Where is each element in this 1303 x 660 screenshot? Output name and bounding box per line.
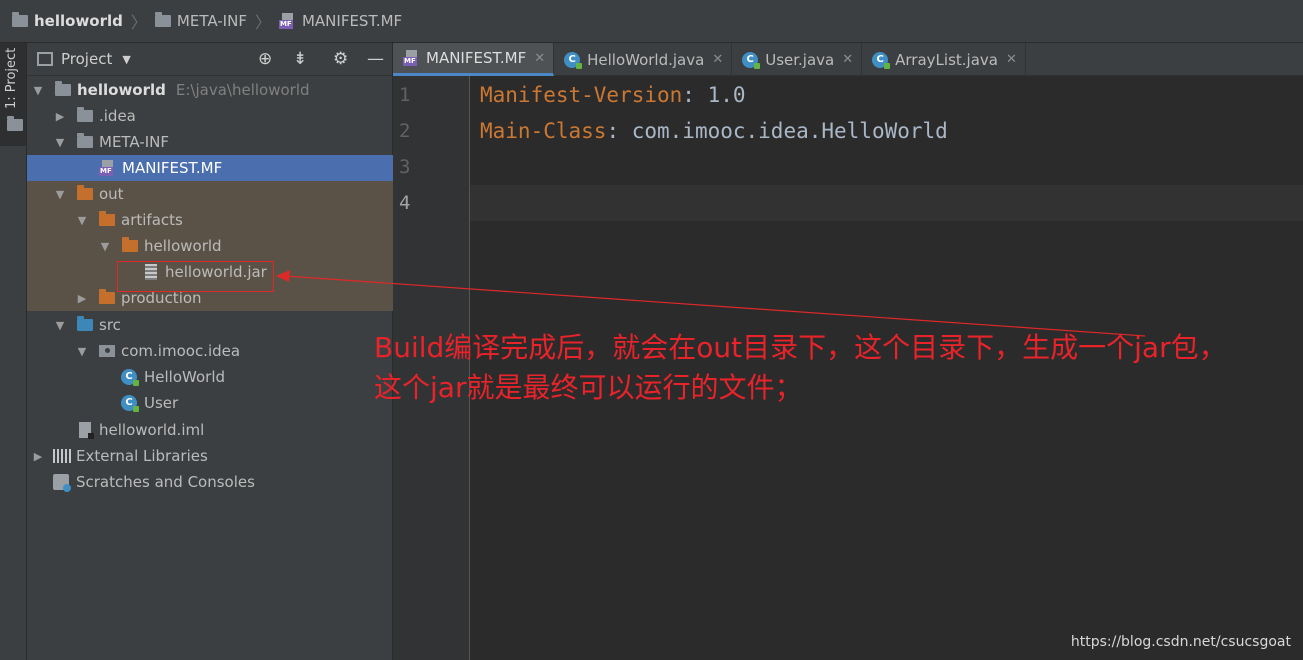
chevron-down-icon[interactable]: ▼ [122,53,130,66]
tree-node-iml[interactable]: helloworld.iml [27,417,444,443]
close-icon[interactable]: ✕ [534,51,545,66]
close-icon[interactable]: ✕ [842,52,853,67]
folder-icon [7,116,23,131]
expanded-arrow-icon[interactable]: ▼ [53,136,67,149]
breadcrumb-meta-inf[interactable]: META-INF [154,12,247,30]
code-line-1[interactable]: Manifest-Version: 1.0 [480,83,746,107]
tool-window-strip: 1: Project [0,43,27,660]
tree-node-helloworld[interactable]: ▼ helloworld E:\java\helloworld [27,77,396,103]
tree-node-artifacts[interactable]: ▼ artifacts [27,207,440,233]
jar-highlight-box [117,261,274,292]
java-class-icon: C [742,51,761,69]
expanded-arrow-icon[interactable]: ▼ [53,319,67,332]
editor-tabs: MF MANIFEST.MF ✕ C HelloWorld.java ✕ C U… [393,43,1303,76]
breadcrumb-separator-icon: 〉 [130,13,147,32]
line-number: 3 [399,156,411,178]
breadcrumb-manifest[interactable]: MF MANIFEST.MF [278,12,402,30]
tree-node-idea[interactable]: ▶ .idea [27,103,418,129]
collapse-all-icon[interactable]: ⇟ [293,49,307,69]
project-panel-header: Project ▼ ⊕ ⇟ ⚙ — [27,43,392,76]
line-number: 2 [399,120,411,142]
scratches-icon [53,474,71,492]
tree-node-out[interactable]: ▼ out [27,181,418,207]
project-tool-tab-label: 1: Project [4,47,19,109]
manifest-file-icon: MF [278,13,297,29]
project-tool-tab[interactable]: 1: Project [0,43,26,146]
locate-icon[interactable]: ⊕ [258,49,272,69]
folder-icon [77,133,93,148]
code-line-2[interactable]: Main-Class: com.imooc.idea.HelloWorld [480,119,948,143]
project-panel-title[interactable]: Project [61,50,112,68]
tab-user-java[interactable]: C User.java ✕ [732,43,863,76]
expanded-arrow-icon[interactable]: ▼ [75,214,89,227]
tree-node-meta-inf[interactable]: ▼ META-INF [27,129,418,155]
tree-node-scratches[interactable]: Scratches and Consoles [27,469,418,495]
expanded-arrow-icon[interactable]: ▼ [53,188,67,201]
collapsed-arrow-icon[interactable]: ▶ [53,110,67,123]
java-class-icon: C [872,51,891,69]
libraries-icon [53,449,71,463]
annotation-text: Build编译完成后，就会在out目录下，这个目录下，生成一个jar包，这个ja… [374,331,1227,404]
line-number: 4 [399,192,411,214]
watermark: https://blog.csdn.net/csucsgoat [1070,634,1291,650]
folder-icon [154,12,171,27]
java-class-icon: C [121,395,139,412]
breadcrumb-project[interactable]: helloworld [12,12,123,30]
project-folder-icon [12,12,28,27]
project-view-icon [37,52,53,66]
project-folder-icon [55,81,71,96]
java-class-icon: C [121,369,139,386]
excluded-folder-icon [122,237,138,252]
manifest-file-icon: MF [403,50,421,66]
tab-manifest[interactable]: MF MANIFEST.MF ✕ [393,43,555,76]
tree-node-src[interactable]: ▼ src [27,312,418,338]
package-icon [99,345,115,357]
excluded-folder-icon [99,211,115,226]
expanded-arrow-icon[interactable]: ▼ [98,240,112,253]
collapsed-arrow-icon[interactable]: ▶ [75,292,89,305]
module-file-icon [79,422,94,439]
gear-icon[interactable]: ⚙ [333,49,348,69]
java-class-icon: C [564,51,583,69]
project-panel: Project ▼ ⊕ ⇟ ⚙ — ▼ helloworld E:\java\h… [27,43,510,660]
folder-icon [77,107,93,122]
tab-helloworld-java[interactable]: C HelloWorld.java ✕ [554,43,733,76]
line-number: 1 [399,84,411,106]
close-icon[interactable]: ✕ [712,52,723,67]
excluded-folder-icon [99,289,115,304]
hide-icon[interactable]: — [367,49,384,69]
breadcrumb-separator-icon: 〉 [254,13,271,32]
tree-node-external-libraries[interactable]: ▶ External Libraries [27,443,396,469]
excluded-folder-icon [77,185,93,200]
tab-arraylist-java[interactable]: C ArrayList.java ✕ [862,43,1026,76]
expanded-arrow-icon[interactable]: ▼ [75,345,89,358]
close-icon[interactable]: ✕ [1006,52,1017,67]
navigation-bar: helloworld 〉 META-INF 〉 MF MANIFEST.MF [0,0,1303,43]
expanded-arrow-icon[interactable]: ▼ [31,84,45,97]
manifest-file-icon: MF [99,160,117,176]
current-line-highlight [470,185,1303,221]
collapsed-arrow-icon[interactable]: ▶ [31,450,45,463]
source-folder-icon [77,316,93,331]
